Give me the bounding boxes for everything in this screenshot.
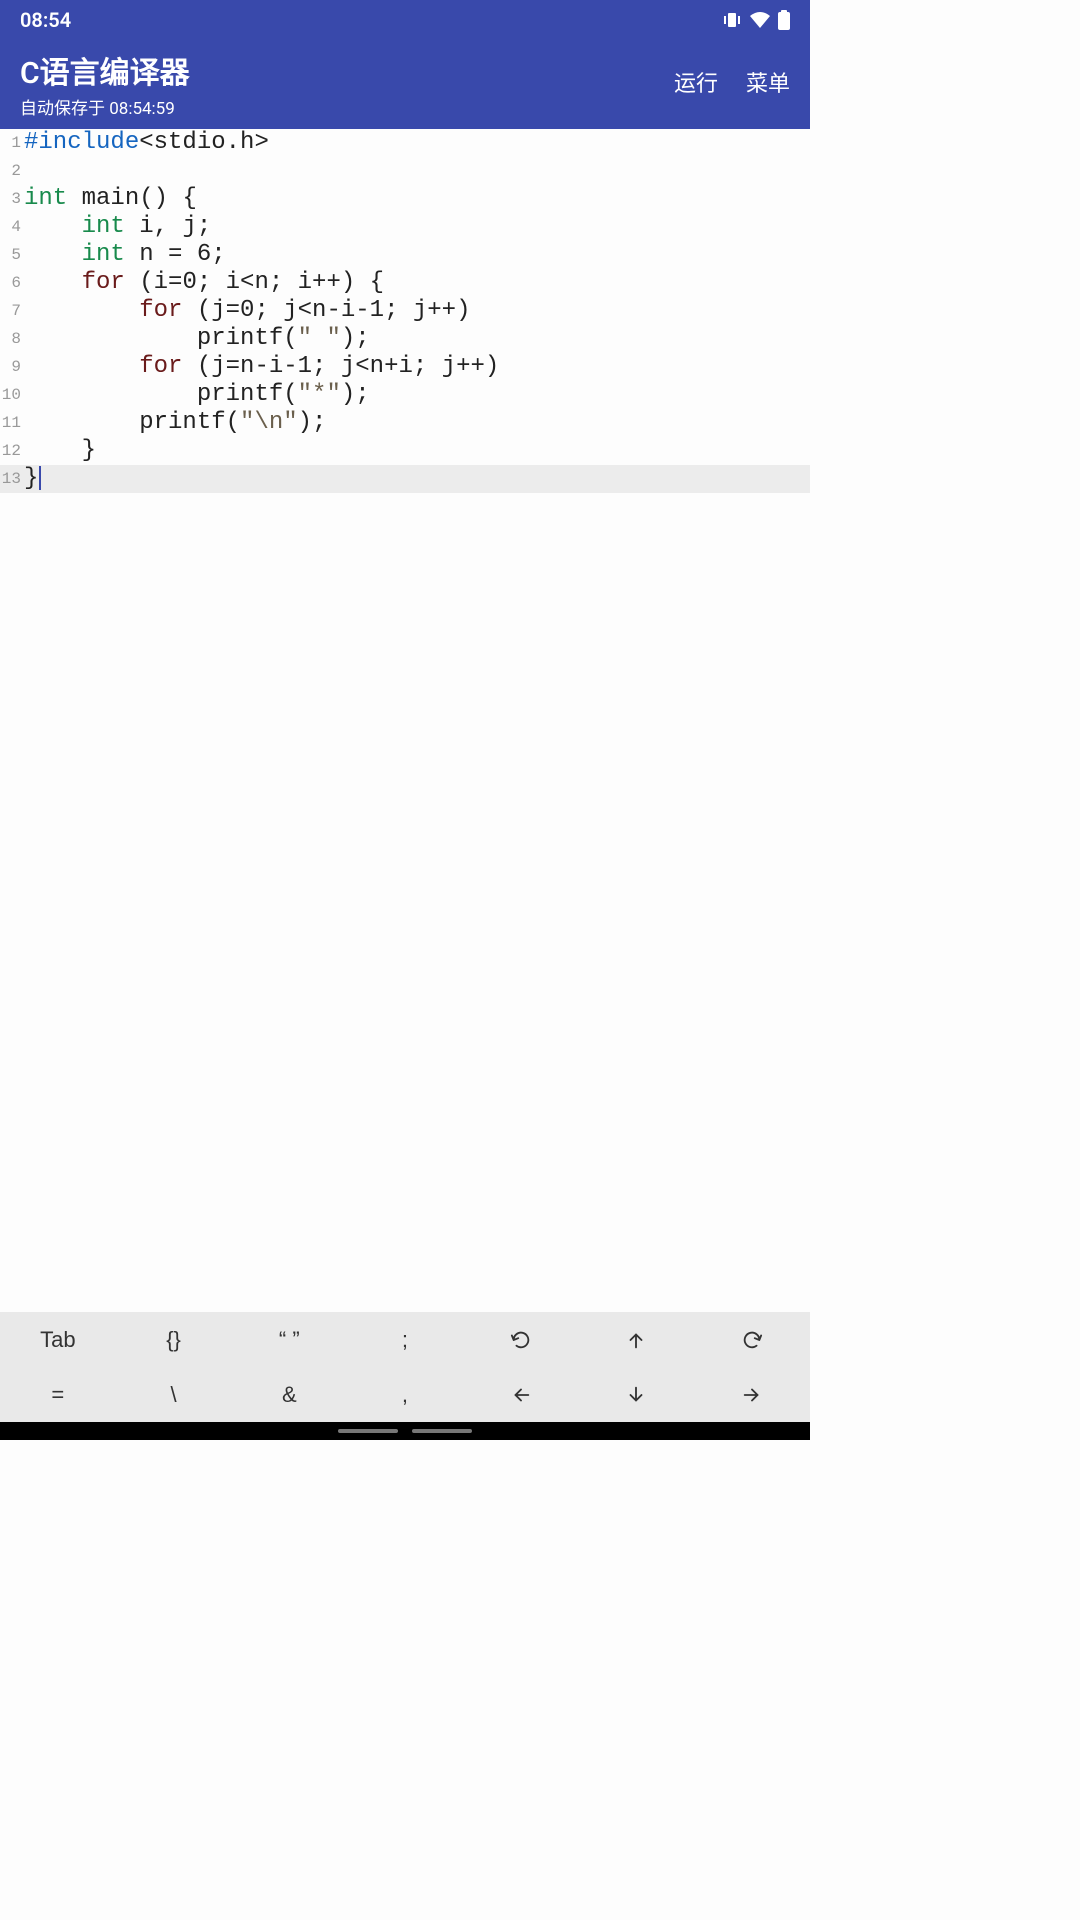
nav-pill[interactable]: [412, 1429, 472, 1433]
code-content[interactable]: [24, 157, 810, 185]
code-line[interactable]: 10 printf("*");: [0, 381, 810, 409]
menu-button[interactable]: 菜单: [746, 66, 790, 98]
status-icons: [722, 10, 790, 30]
code-content[interactable]: printf(" ");: [24, 325, 810, 353]
arrow-right-icon: [741, 1384, 763, 1406]
code-line[interactable]: 13}: [0, 465, 810, 493]
key-semicolon[interactable]: ;: [347, 1312, 463, 1367]
status-bar: 08:54: [0, 0, 810, 40]
arrow-left-icon: [510, 1384, 532, 1406]
header-actions: 运行 菜单: [674, 48, 790, 98]
nav-pill[interactable]: [338, 1429, 398, 1433]
line-number: 3: [0, 185, 24, 213]
title-area: C语言编译器 自动保存于 08:54:59: [20, 48, 190, 119]
line-number: 10: [0, 381, 24, 409]
code-content[interactable]: for (j=0; j<n-i-1; j++): [24, 297, 810, 325]
code-content[interactable]: #include<stdio.h>: [24, 129, 810, 157]
status-time: 08:54: [20, 8, 71, 32]
line-number: 7: [0, 297, 24, 325]
code-line[interactable]: 11 printf("\n");: [0, 409, 810, 437]
line-number: 13: [0, 465, 24, 493]
android-nav-bar: [0, 1422, 810, 1440]
line-number: 4: [0, 213, 24, 241]
wifi-icon: [750, 12, 770, 28]
code-content[interactable]: }: [24, 437, 810, 465]
battery-icon: [778, 10, 790, 30]
code-content[interactable]: printf("*");: [24, 381, 810, 409]
line-number: 6: [0, 269, 24, 297]
shortcut-toolbar: Tab {} “ ” ; = \ & ,: [0, 1312, 810, 1422]
key-equals[interactable]: =: [0, 1367, 116, 1422]
code-line[interactable]: 4 int i, j;: [0, 213, 810, 241]
code-content[interactable]: int n = 6;: [24, 241, 810, 269]
code-line[interactable]: 2: [0, 157, 810, 185]
line-number: 1: [0, 129, 24, 157]
key-ampersand[interactable]: &: [231, 1367, 347, 1422]
redo-icon: [741, 1329, 763, 1351]
undo-icon: [510, 1329, 532, 1351]
line-number: 2: [0, 157, 24, 185]
code-line[interactable]: 5 int n = 6;: [0, 241, 810, 269]
code-content[interactable]: for (j=n-i-1; j<n+i; j++): [24, 353, 810, 381]
code-line[interactable]: 12 }: [0, 437, 810, 465]
key-down[interactable]: [579, 1367, 695, 1422]
key-braces[interactable]: {}: [116, 1312, 232, 1367]
key-quotes[interactable]: “ ”: [231, 1312, 347, 1367]
app-title: C语言编译器: [20, 48, 190, 92]
key-up[interactable]: [579, 1312, 695, 1367]
code-editor[interactable]: 1#include<stdio.h>23int main() {4 int i,…: [0, 129, 810, 1312]
key-backslash[interactable]: \: [116, 1367, 232, 1422]
text-cursor: [39, 466, 41, 490]
key-right[interactable]: [694, 1367, 810, 1422]
key-tab[interactable]: Tab: [0, 1312, 116, 1367]
arrow-down-icon: [625, 1384, 647, 1406]
code-line[interactable]: 1#include<stdio.h>: [0, 129, 810, 157]
run-button[interactable]: 运行: [674, 66, 718, 98]
line-number: 9: [0, 353, 24, 381]
app-header: C语言编译器 自动保存于 08:54:59 运行 菜单: [0, 40, 810, 129]
code-content[interactable]: printf("\n");: [24, 409, 810, 437]
key-comma[interactable]: ,: [347, 1367, 463, 1422]
code-line[interactable]: 7 for (j=0; j<n-i-1; j++): [0, 297, 810, 325]
autosave-status: 自动保存于 08:54:59: [20, 94, 190, 119]
code-content[interactable]: int i, j;: [24, 213, 810, 241]
key-undo[interactable]: [463, 1312, 579, 1367]
line-number: 8: [0, 325, 24, 353]
key-left[interactable]: [463, 1367, 579, 1422]
code-content[interactable]: }: [24, 465, 810, 493]
line-number: 11: [0, 409, 24, 437]
line-number: 5: [0, 241, 24, 269]
code-content[interactable]: for (i=0; i<n; i++) {: [24, 269, 810, 297]
vibrate-icon: [722, 11, 742, 29]
code-line[interactable]: 8 printf(" ");: [0, 325, 810, 353]
arrow-up-icon: [625, 1329, 647, 1351]
code-line[interactable]: 3int main() {: [0, 185, 810, 213]
code-content[interactable]: int main() {: [24, 185, 810, 213]
line-number: 12: [0, 437, 24, 465]
key-redo[interactable]: [694, 1312, 810, 1367]
code-line[interactable]: 9 for (j=n-i-1; j<n+i; j++): [0, 353, 810, 381]
code-line[interactable]: 6 for (i=0; i<n; i++) {: [0, 269, 810, 297]
